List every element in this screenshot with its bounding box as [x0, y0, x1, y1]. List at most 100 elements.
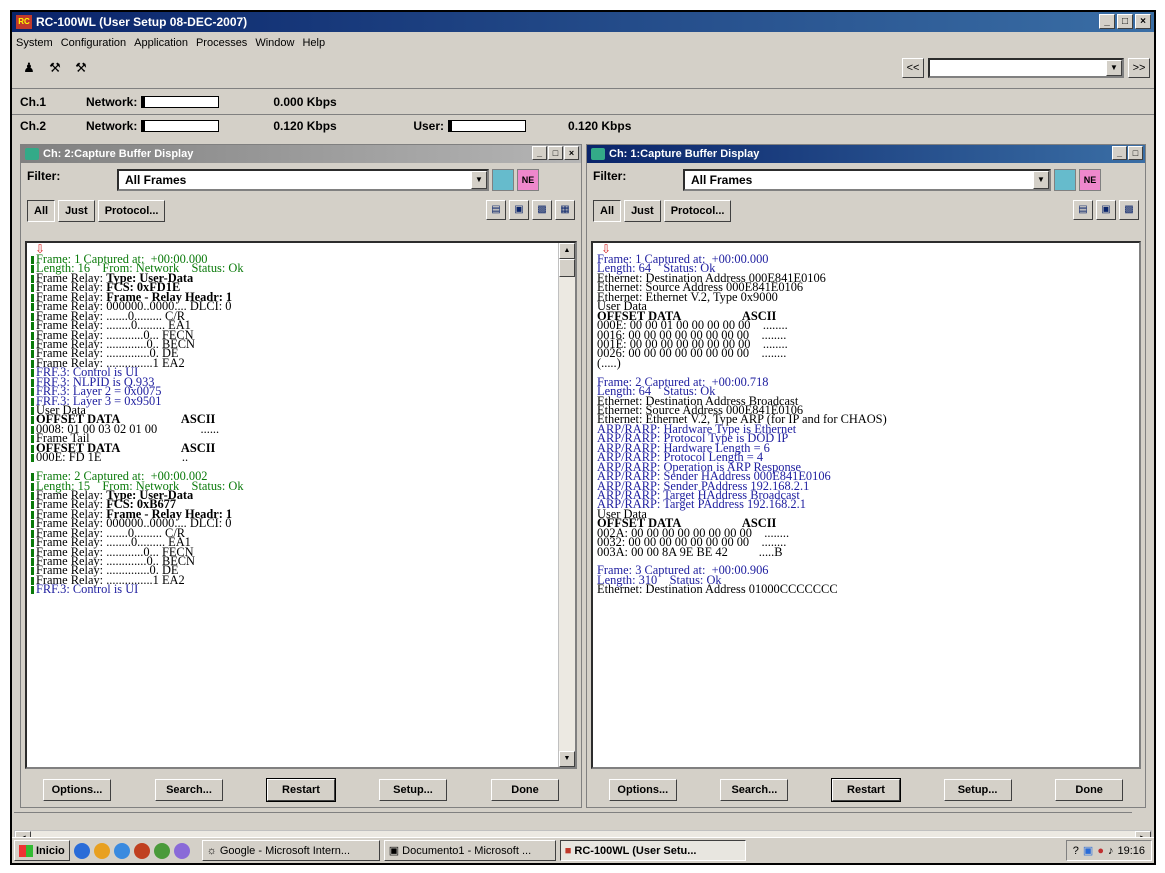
child-titlebar[interactable]: Ch: 2:Capture Buffer Display _ □ × — [21, 145, 581, 163]
channel-2-icon[interactable]: ⚒ — [70, 57, 92, 79]
navigation: << ▼ >> — [902, 58, 1150, 78]
options-button[interactable]: Options... — [608, 779, 677, 801]
menu-bar: System Configuration Application Process… — [12, 34, 325, 52]
minimize-button[interactable]: _ — [1099, 14, 1115, 29]
all-button[interactable]: All — [593, 200, 622, 222]
filter-select[interactable]: All Frames ▼ — [117, 169, 489, 191]
child-titlebar[interactable]: Ch: 1:Capture Buffer Display _ □ — [587, 145, 1145, 163]
menu-configuration[interactable]: Configuration — [61, 37, 126, 49]
channel-1-icon[interactable]: ⚒ — [44, 57, 66, 79]
maximize-button[interactable]: □ — [1128, 146, 1143, 160]
capture-text-pane[interactable]: ⇩ Frame: 1 Captured at: +00:00.000 Length… — [591, 241, 1141, 769]
minimized-windows-strip[interactable] — [14, 812, 1132, 828]
document-view-icon[interactable]: ▤ — [1073, 200, 1093, 220]
task-rc100wl[interactable]: ■ RC-100WL (User Setu... — [559, 840, 746, 861]
restart-button[interactable]: Restart — [830, 778, 901, 802]
capture-text-pane[interactable]: ⇩ Frame: 1 Captured at: +00:00.000 Length… — [25, 241, 577, 769]
user-meter — [448, 120, 527, 132]
network-icon[interactable]: ▣ — [1083, 844, 1093, 857]
protocol-button[interactable]: Protocol... — [97, 200, 166, 222]
line-marker — [31, 473, 34, 482]
word-icon: ▣ — [388, 845, 400, 857]
filter-row: Filter: All Frames ▼ NE — [587, 163, 1145, 197]
scroll-up-icon[interactable]: ▲ — [559, 243, 575, 259]
minimize-button[interactable]: _ — [1112, 146, 1127, 160]
close-button[interactable]: × — [564, 146, 579, 160]
capture-icon — [25, 148, 39, 160]
line-marker — [31, 444, 34, 453]
filter-select[interactable]: All Frames ▼ — [683, 169, 1051, 191]
zoom-in-icon[interactable]: ▣ — [509, 200, 529, 220]
line-marker — [31, 501, 34, 510]
filter-new-icon[interactable]: NE — [517, 169, 539, 191]
task-browser[interactable]: ☼ Google - Microsoft Intern... — [201, 840, 380, 861]
done-button[interactable]: Done — [1055, 779, 1124, 801]
options-button[interactable]: Options... — [43, 779, 111, 801]
start-button[interactable]: Inicio — [14, 840, 70, 861]
line-marker — [31, 416, 34, 425]
filter-new-icon[interactable]: NE — [1079, 169, 1101, 191]
maximize-button[interactable]: □ — [548, 146, 563, 160]
zoom-out-icon[interactable]: ▩ — [532, 200, 552, 220]
antivirus-icon[interactable]: ● — [1097, 845, 1104, 857]
app-logo-icon: ■ — [564, 844, 572, 857]
chevron-down-icon[interactable]: ▼ — [471, 171, 487, 189]
help-icon[interactable]: ? — [1073, 845, 1079, 857]
line-marker — [31, 520, 34, 529]
line-marker — [31, 539, 34, 548]
channel-1-row: Ch.1 Network: 0.000 Kbps — [20, 92, 337, 112]
chevron-down-icon[interactable]: ▼ — [1106, 60, 1122, 76]
document-view-icon[interactable]: ▤ — [486, 200, 506, 220]
filter-label: Filter: — [593, 169, 627, 183]
network-rate: 0.000 Kbps — [273, 95, 337, 109]
search-button[interactable]: Search... — [155, 779, 223, 801]
browser-icon[interactable] — [73, 842, 90, 859]
done-button[interactable]: Done — [491, 779, 559, 801]
app-titlebar[interactable]: RC RC-100WL (User Setup 08-DEC-2007) _ □… — [12, 12, 1154, 32]
minimize-button[interactable]: _ — [532, 146, 547, 160]
close-button[interactable]: × — [1135, 14, 1151, 29]
maximize-button[interactable]: □ — [1117, 14, 1133, 29]
setup-button[interactable]: Setup... — [379, 779, 447, 801]
zoom-in-icon[interactable]: ▣ — [1096, 200, 1116, 220]
search-button[interactable]: Search... — [720, 779, 789, 801]
protocol-button[interactable]: Protocol... — [663, 200, 732, 222]
divider — [12, 88, 1154, 89]
capture-line: 000E: FD 1E .. — [31, 451, 555, 463]
menu-window[interactable]: Window — [255, 37, 294, 49]
messenger-icon[interactable] — [173, 842, 190, 859]
all-button[interactable]: All — [27, 200, 56, 222]
forward-button[interactable]: >> — [1128, 58, 1150, 78]
filter-edit-icon[interactable] — [1054, 169, 1076, 191]
network-label: Network: — [86, 119, 138, 133]
firefox-icon[interactable] — [133, 842, 150, 859]
view-button-row: All Just Protocol... ▤ ▣ ▩ ▦ — [21, 197, 581, 225]
filter-edit-icon[interactable] — [492, 169, 514, 191]
restart-button[interactable]: Restart — [266, 778, 336, 802]
zoom-out-icon[interactable]: ▩ — [1119, 200, 1139, 220]
menu-system[interactable]: System — [16, 37, 53, 49]
back-button[interactable]: << — [902, 58, 924, 78]
just-button[interactable]: Just — [58, 200, 95, 222]
nav-combo[interactable]: ▼ — [928, 58, 1124, 78]
outlook-icon[interactable] — [93, 842, 110, 859]
volume-icon[interactable]: ♪ — [1108, 845, 1114, 857]
line-text: (.....) — [597, 355, 621, 370]
task-word[interactable]: ▣ Documento1 - Microsoft ... — [383, 840, 556, 861]
scroll-thumb[interactable] — [559, 259, 575, 277]
menu-help[interactable]: Help — [302, 37, 325, 49]
line-marker — [31, 435, 34, 444]
setup-button[interactable]: Setup... — [943, 779, 1012, 801]
media-icon[interactable] — [153, 842, 170, 859]
explorer-icon[interactable] — [113, 842, 130, 859]
chevron-down-icon[interactable]: ▼ — [1033, 171, 1049, 189]
scroll-down-icon[interactable]: ▼ — [559, 751, 575, 767]
ie-icon: ☼ — [206, 844, 217, 857]
people-icon[interactable]: ♟ — [18, 57, 40, 79]
expand-icon[interactable]: ▦ — [555, 200, 575, 220]
line-marker — [31, 265, 34, 274]
menu-application[interactable]: Application — [134, 37, 188, 49]
menu-processes[interactable]: Processes — [196, 37, 247, 49]
vertical-scrollbar[interactable]: ▲ ▼ — [558, 243, 575, 767]
just-button[interactable]: Just — [624, 200, 661, 222]
